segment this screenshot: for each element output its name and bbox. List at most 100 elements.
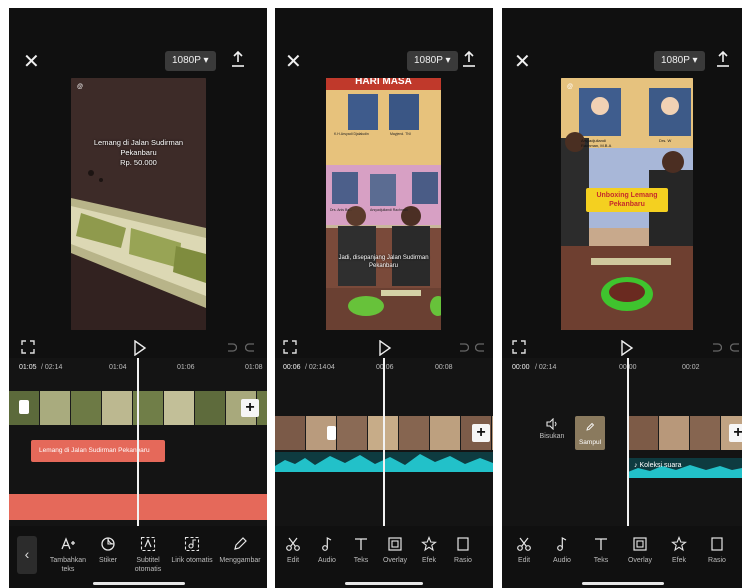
cover-button[interactable]: Sampul (575, 416, 605, 450)
redo-icon[interactable] (475, 341, 487, 353)
editor-screen-text: ✕ 1080P ▾ @ Lemang di Jalan Sudirman Pek… (9, 8, 267, 588)
playhead[interactable] (383, 358, 385, 526)
caption-line-1: Jadi, disepanjang Jalan Sudirman (338, 255, 429, 261)
speaker-icon (546, 418, 557, 430)
scissors-icon (517, 537, 531, 551)
video-preview[interactable]: @ Arsyadjuliandi Rachman, M.B.A Drs. W U… (561, 78, 693, 330)
text-clip[interactable]: Lemang di Jalan Sudirman Pekanbaru (31, 440, 165, 462)
play-icon[interactable] (378, 340, 392, 356)
tool-draw[interactable]: Menggambar (215, 536, 265, 565)
video-track[interactable] (628, 416, 742, 450)
redo-icon[interactable] (730, 341, 742, 353)
overlay-icon (633, 537, 647, 551)
add-clip-button[interactable]: + (472, 424, 490, 442)
caption-line-2: Pekanbaru (368, 263, 399, 269)
text-toolbar: ‹ Tambahkan teks Stiker Subtitel otomati… (9, 526, 267, 588)
timeline[interactable]: 00:06 / 02:14 04 00:06 00:08 + (275, 358, 493, 526)
main-toolbar: Edit Audio Teks Overlay Efek Rasio (275, 526, 493, 588)
portraits-scene-image (326, 78, 441, 330)
timeline[interactable]: 01:05 / 02:14 01:04 01:06 01:08 + Lemang… (9, 358, 267, 526)
tool-label: Rasio (708, 557, 726, 564)
export-icon[interactable] (231, 50, 245, 68)
home-indicator[interactable] (582, 582, 664, 585)
play-icon[interactable] (133, 340, 147, 356)
export-icon[interactable] (462, 50, 476, 68)
caption-line-2: Pekanbaru (120, 148, 157, 157)
auto-lyrics-icon (184, 536, 200, 552)
home-indicator[interactable] (93, 582, 185, 585)
tool-label: Rasio (454, 557, 472, 564)
clip-thumbnail (690, 416, 721, 450)
tool-auto-lyrics[interactable]: Lirik otomatis (167, 536, 217, 565)
resolution-button[interactable]: 1080P ▾ (654, 51, 705, 71)
total-time: / 02:14 (41, 364, 63, 371)
tool-ratio[interactable]: Rasio (692, 536, 742, 565)
tool-auto-subtitle[interactable]: Subtitel otomatis (123, 536, 173, 574)
fullscreen-icon[interactable] (283, 340, 297, 354)
video-preview[interactable]: @ Lemang di Jalan Sudirman Pekanbaru Rp.… (71, 78, 206, 330)
tick-label: 00:08 (435, 364, 453, 371)
title-line-1: Unboxing Lemang (596, 192, 658, 199)
close-icon[interactable]: ✕ (285, 52, 302, 72)
playhead[interactable] (627, 358, 629, 526)
undo-icon[interactable] (225, 341, 237, 353)
play-icon[interactable] (620, 340, 634, 356)
mute-button[interactable]: Bisukan (532, 418, 572, 440)
clip-thumbnail (659, 416, 690, 450)
back-button[interactable]: ‹ (17, 536, 37, 574)
close-icon[interactable]: ✕ (23, 52, 40, 72)
photo-caption: Drs. W (659, 138, 672, 143)
home-indicator[interactable] (345, 582, 423, 585)
fullscreen-icon[interactable] (512, 340, 526, 354)
clip-thumbnail (430, 416, 461, 450)
audio-label: Koleksi suara (639, 462, 682, 469)
clip-trim-handle[interactable] (327, 426, 336, 440)
tick-label: 01:04 (109, 364, 127, 371)
banner-text: HARI MASA (355, 78, 412, 87)
text-add-icon (61, 537, 75, 550)
undo-icon[interactable] (457, 341, 469, 353)
clip-thumbnail (492, 416, 493, 450)
current-time: 00:06 (283, 364, 301, 371)
clip-thumbnail (195, 391, 226, 425)
tool-label: Menggambar (219, 557, 261, 564)
playback-controls (502, 338, 742, 358)
clip-thumbnail (164, 391, 195, 425)
add-clip-button[interactable]: + (729, 424, 742, 442)
resolution-button[interactable]: 1080P ▾ (407, 51, 458, 71)
export-icon[interactable] (716, 50, 730, 68)
video-handle-text: @ (77, 84, 84, 90)
title-sticker[interactable]: Unboxing Lemang Pekanbaru (586, 188, 668, 212)
main-toolbar: Edit Audio Teks Overlay Efek Rasio (502, 526, 742, 588)
close-icon[interactable]: ✕ (514, 52, 531, 72)
ratio-icon (457, 537, 469, 551)
tool-ratio[interactable]: Rasio (438, 536, 488, 565)
tick-label: 01:06 (177, 364, 195, 371)
add-clip-button[interactable]: + (241, 399, 259, 417)
editor-screen-main: ✕ 1080P ▾ HARI MASA K.H.Arsyadi Djalalud… (275, 8, 493, 588)
playhead[interactable] (137, 358, 139, 526)
editor-screen-start: ✕ 1080P ▾ @ Arsyadjuliandi Rachman, M.B.… (502, 8, 742, 588)
photo-caption: Arsyadjuliandi Rachman (370, 208, 408, 212)
music-note-icon (322, 536, 332, 551)
pencil-icon (234, 537, 247, 550)
video-handle-text: @ (567, 84, 574, 90)
mute-label: Bisukan (539, 433, 565, 440)
resolution-button[interactable]: 1080P ▾ (165, 51, 216, 71)
clip-thumbnail (337, 416, 368, 450)
photo-caption-line: Rachman, M.B.A (581, 143, 612, 148)
clip-thumbnail (628, 416, 659, 450)
tool-label: Subtitel otomatis (134, 557, 162, 573)
timeline[interactable]: 00:00 / 02:14 00:00 00:02 Bisukan Sampul… (502, 358, 742, 526)
video-preview[interactable]: HARI MASA K.H.Arsyadi Djalaludin Mayjend… (326, 78, 441, 330)
effects-icon (421, 536, 437, 552)
clip-trim-handle[interactable] (19, 400, 29, 414)
redo-icon[interactable] (245, 341, 257, 353)
playback-controls (9, 338, 267, 358)
scissors-icon (286, 537, 300, 551)
fullscreen-icon[interactable] (21, 340, 35, 354)
timecode-row: 00:00 / 02:14 00:00 00:02 (502, 364, 742, 378)
caption-line-3: Rp. 50.000 (120, 158, 157, 167)
undo-icon[interactable] (710, 341, 722, 353)
clip-thumbnail (71, 391, 102, 425)
